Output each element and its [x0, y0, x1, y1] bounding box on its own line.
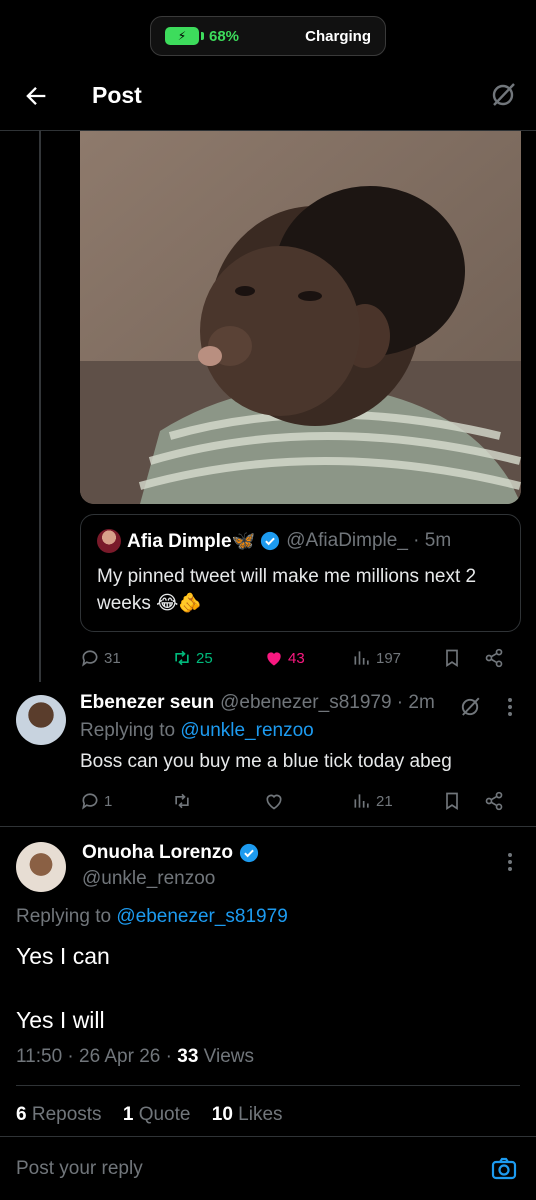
- replying-to-link[interactable]: @unkle_renzoo: [180, 720, 313, 741]
- reply-handle: @ebenezer_s81979 · 2m: [220, 692, 435, 713]
- page-title: Post: [92, 82, 142, 108]
- repost-count: 25: [196, 649, 213, 667]
- more-options-icon[interactable]: [507, 852, 513, 872]
- reply-count: 1: [104, 792, 113, 810]
- author-handle[interactable]: @unkle_renzoo: [82, 868, 215, 890]
- quotes-stat[interactable]: 1 Quote: [123, 1104, 191, 1125]
- reply-icon: [82, 650, 98, 667]
- verified-badge-icon: [239, 843, 259, 863]
- post-image[interactable]: [80, 131, 521, 504]
- quoted-author-name: Afia Dimple🦋: [127, 531, 256, 552]
- like-button[interactable]: [264, 791, 284, 811]
- divider: [16, 1085, 520, 1086]
- views-label: Views: [198, 1046, 255, 1067]
- thread-line: [39, 130, 41, 682]
- back-arrow-icon[interactable]: [22, 82, 50, 110]
- repost-button[interactable]: [172, 791, 192, 811]
- verified-badge-icon: [261, 531, 280, 551]
- reply-icon: [82, 793, 98, 810]
- share-button[interactable]: [484, 791, 504, 811]
- replying-to: Replying to @unkle_renzoo: [80, 720, 314, 742]
- likes-count: 10: [211, 1104, 233, 1125]
- reply-header: Ebenezer seun @ebenezer_s81979 · 2m: [80, 692, 435, 714]
- reposts-count: 6: [16, 1104, 27, 1125]
- quoted-text: My pinned tweet will make me millions ne…: [97, 566, 477, 614]
- views-icon: [354, 651, 369, 665]
- repost-button[interactable]: 25: [172, 648, 213, 668]
- quotes-label: Quote: [133, 1104, 191, 1125]
- views-total: 33: [177, 1046, 199, 1067]
- views-button[interactable]: 21: [352, 791, 393, 811]
- quotes-count: 1: [122, 1104, 134, 1125]
- post-text-line-1: Yes I can: [16, 943, 110, 969]
- reply-button[interactable]: 31: [80, 648, 121, 668]
- author-name[interactable]: Onuoha Lorenzo: [82, 842, 233, 864]
- battery-percent: 68%: [209, 27, 240, 45]
- bookmark-icon: [446, 792, 458, 811]
- share-icon: [485, 791, 503, 811]
- bookmark-icon: [446, 649, 458, 668]
- reply-author-name[interactable]: Ebenezer seun: [80, 692, 214, 714]
- bookmark-button[interactable]: [442, 791, 462, 811]
- divider: [0, 1136, 536, 1137]
- reply-button[interactable]: 1: [80, 791, 112, 811]
- likes-stat[interactable]: 10 Likes: [212, 1104, 283, 1125]
- views-button[interactable]: 197: [352, 648, 401, 668]
- reply-input[interactable]: Post your reply: [16, 1158, 143, 1180]
- reposts-stat[interactable]: 6 Reposts: [16, 1104, 102, 1125]
- share-icon: [485, 648, 503, 668]
- replying-to-link[interactable]: @ebenezer_s81979: [116, 906, 287, 927]
- heart-filled-icon: [267, 652, 281, 666]
- more-options-icon[interactable]: [507, 697, 513, 717]
- share-button[interactable]: [484, 648, 504, 668]
- bookmark-button[interactable]: [442, 648, 462, 668]
- engagement-stats: 6 Reposts 1 Quote 10 Likes: [16, 1104, 283, 1126]
- repost-icon: [175, 793, 189, 809]
- reply-actions: 1 21: [80, 787, 520, 815]
- quoted-handle: @AfiaDimple_ · 5m: [286, 530, 452, 551]
- avatar[interactable]: [16, 842, 66, 892]
- battery-icon: ⚡: [165, 27, 204, 45]
- heart-icon: [266, 794, 282, 810]
- avatar[interactable]: [16, 695, 66, 745]
- grok-icon[interactable]: [458, 695, 482, 719]
- reply-text: Boss can you buy me a blue tick today ab…: [80, 751, 452, 772]
- replying-to: Replying to @ebenezer_s81979: [16, 906, 288, 928]
- like-button[interactable]: 43: [264, 648, 305, 668]
- grok-icon[interactable]: [488, 80, 518, 110]
- replying-to-label: Replying to: [16, 906, 112, 927]
- divider: [0, 826, 536, 827]
- views-count: 197: [376, 649, 402, 667]
- status-pill: ⚡ 68% Charging: [150, 16, 386, 56]
- post-actions: 31 25 43 197: [80, 644, 520, 672]
- reposts-label: Reposts: [26, 1104, 102, 1125]
- post-meta: 11:50 · 26 Apr 26 · 33 Views: [16, 1046, 254, 1068]
- views-count: 21: [376, 792, 393, 810]
- top-bar: Post: [0, 68, 536, 126]
- repost-icon: [175, 650, 189, 666]
- quoted-avatar[interactable]: [97, 529, 121, 553]
- camera-icon[interactable]: [490, 1155, 518, 1183]
- likes-label: Likes: [232, 1104, 283, 1125]
- like-count: 43: [288, 649, 305, 667]
- reply-count: 31: [104, 649, 121, 667]
- quoted-post[interactable]: Afia Dimple🦋 @AfiaDimple_ · 5m My pinned…: [80, 514, 521, 632]
- replying-to-label: Replying to: [80, 720, 176, 741]
- post-text-line-2: Yes I will: [16, 1007, 105, 1033]
- charging-label: Charging: [305, 27, 371, 45]
- author-header: Onuoha Lorenzo: [82, 842, 259, 864]
- post-timestamp: 11:50 · 26 Apr 26 ·: [16, 1046, 178, 1067]
- views-icon: [354, 794, 369, 808]
